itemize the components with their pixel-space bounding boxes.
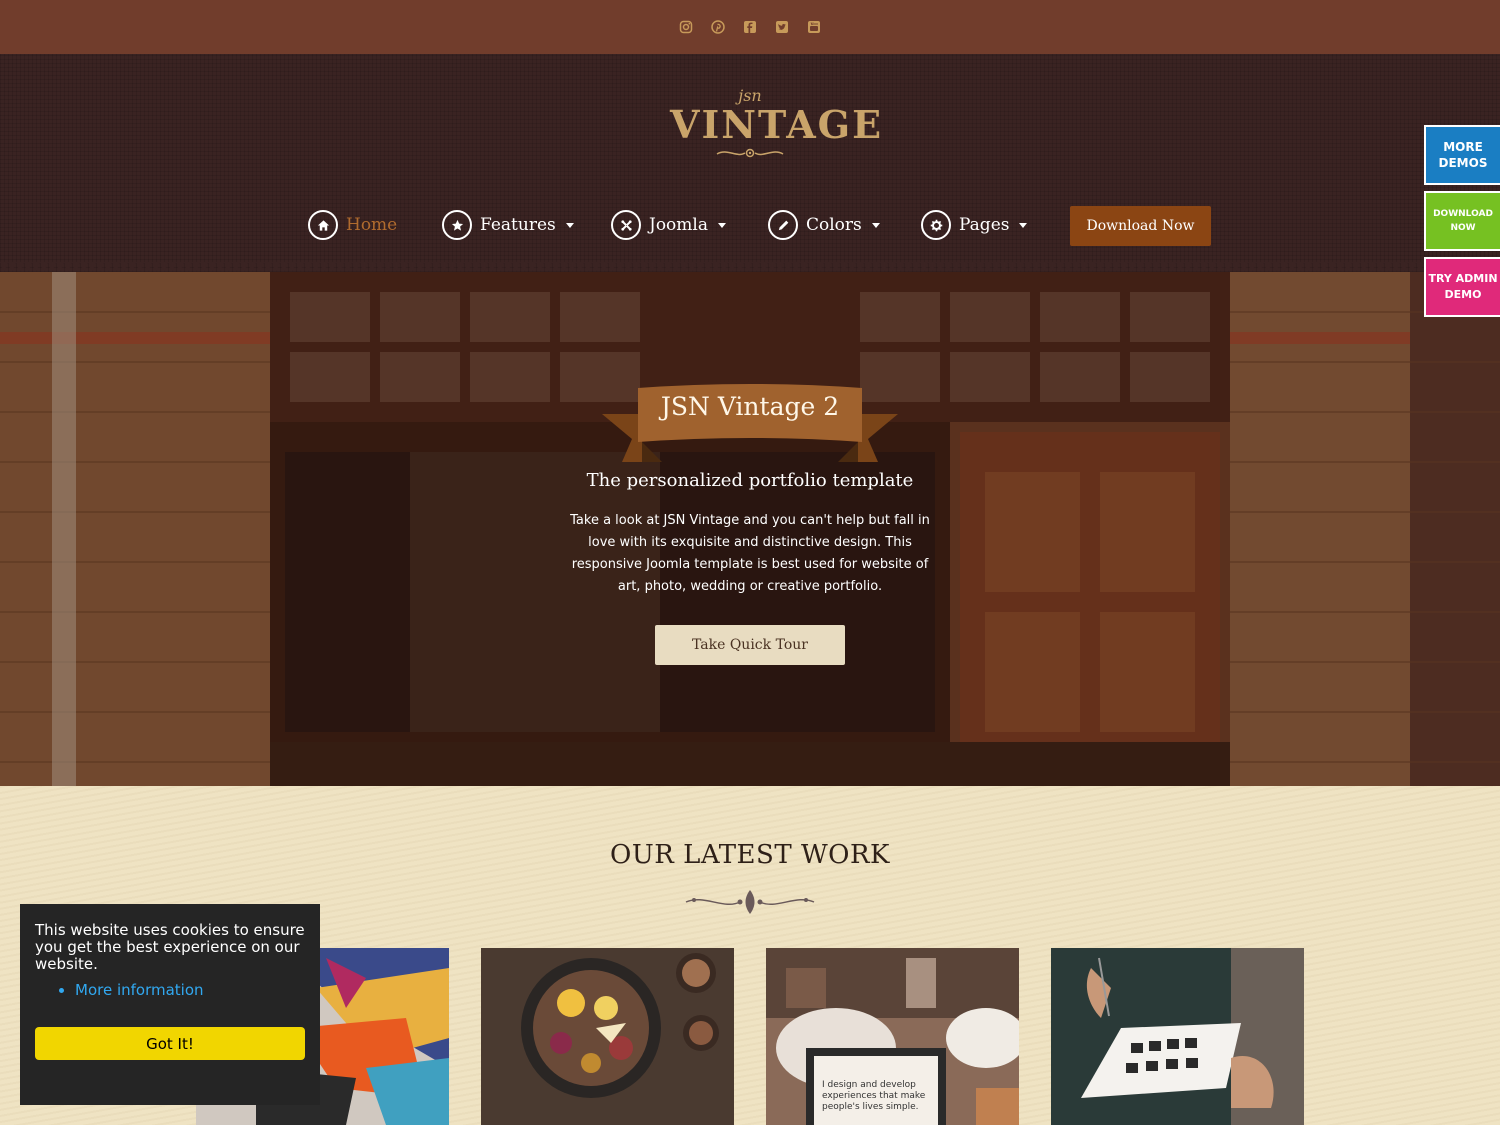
cookie-links: More information [35,981,305,999]
chevron-down-icon [1019,222,1028,228]
more-information-link[interactable]: More information [75,981,204,999]
got-it-button[interactable]: Got It! [35,1027,305,1060]
download-now-button[interactable]: Download Now [1070,206,1211,246]
home-icon [308,210,338,240]
cookie-banner: This website uses cookies to ensure you … [20,904,320,1105]
chevron-down-icon [565,222,574,228]
hero-section: JSN Vintage 2 The personalized portfolio… [0,272,1500,786]
cookie-message: This website uses cookies to ensure you … [35,921,305,973]
instagram-icon[interactable] [679,20,693,34]
zigzag-divider [0,262,1500,274]
laptop-screen-text: I design and develop experiences that ma… [822,1080,926,1112]
facebook-icon[interactable] [743,20,757,34]
logo-flourish-icon [716,148,784,158]
nav-pages-label: Pages [959,215,1010,235]
try-admin-demo-tab[interactable]: TRY ADMIN DEMO [1424,257,1500,317]
nav-features-label: Features [480,215,556,235]
youtube-icon[interactable] [807,20,821,34]
nav-home-label: Home [346,215,398,235]
food-platter-image[interactable] [481,948,734,1125]
chevron-down-icon [871,222,880,228]
laptop-workspace-image[interactable]: I design and develop experiences that ma… [766,948,1019,1125]
twitter-icon[interactable] [775,20,789,34]
star-icon [442,210,472,240]
section-title: OUR LATEST WORK [610,840,890,870]
nav-joomla-label: Joomla [649,215,708,235]
joomla-icon [611,210,641,240]
site-header: jsn VINTAGE Home Features Joomla Colors … [0,54,1500,272]
download-now-tab[interactable]: DOWNLOAD NOW [1424,191,1500,251]
nav-colors-label: Colors [806,215,862,235]
sketching-hand-image[interactable] [1051,948,1304,1125]
nav-home[interactable]: Home [308,208,397,242]
hero-title: JSN Vintage 2 [660,392,840,421]
take-quick-tour-button[interactable]: Take Quick Tour [655,625,845,665]
chevron-down-icon [717,222,726,228]
more-demos-tab[interactable]: MORE DEMOS [1424,125,1500,185]
nav-features[interactable]: Features [442,208,574,242]
nav-joomla[interactable]: Joomla [611,208,726,242]
gear-icon [921,210,951,240]
pencil-icon [768,210,798,240]
hero-description: Take a look at JSN Vintage and you can't… [570,513,930,594]
logo-big-text: VINTAGE [670,102,884,147]
nav-colors[interactable]: Colors [768,208,880,242]
hero-subtitle: The personalized portfolio template [586,470,914,491]
nav-pages[interactable]: Pages [921,208,1028,242]
site-logo[interactable]: jsn VINTAGE [670,88,884,174]
social-bar [0,0,1500,54]
pinterest-icon[interactable] [711,20,725,34]
ornament-divider-icon [685,890,815,914]
main-nav: Home Features Joomla Colors Pages Downlo… [0,206,1500,246]
